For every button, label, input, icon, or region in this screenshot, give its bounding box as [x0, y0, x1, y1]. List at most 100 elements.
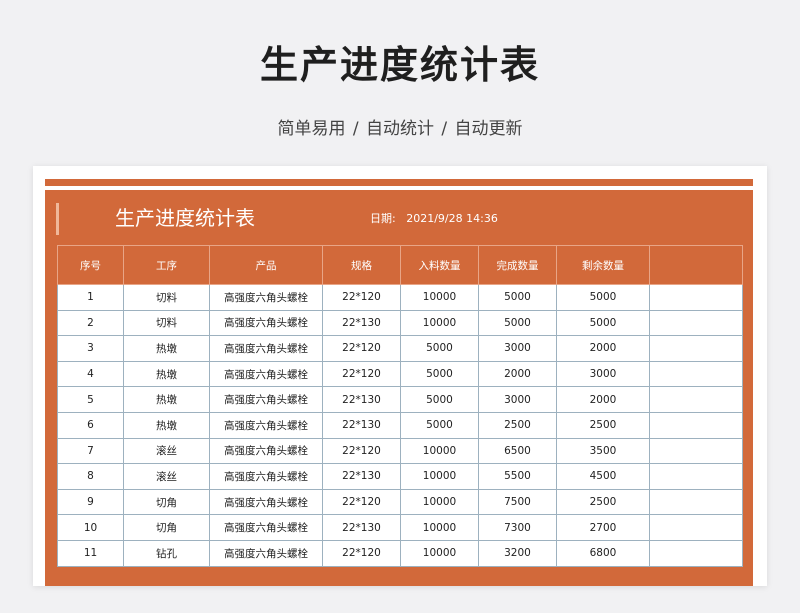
table-cell: 3	[57, 335, 124, 362]
column-header: 剩余数量	[556, 245, 650, 285]
table-cell: 10000	[400, 309, 479, 337]
table-cell: 热墩	[123, 360, 210, 388]
table-row: 3 热墩 高强度六角头螺栓 22*120 5000 3000 2000	[57, 335, 743, 362]
column-header	[649, 245, 743, 285]
table-cell: 4500	[556, 463, 650, 490]
table-cell: 5000	[478, 309, 557, 337]
table-row: 2 切料 高强度六角头螺栓 22*130 10000 5000 5000	[57, 309, 743, 337]
table-cell: 7500	[478, 488, 557, 516]
table-cell: 高强度六角头螺栓	[209, 488, 323, 516]
table-cell: 22*130	[322, 411, 401, 439]
table-cell: 6	[57, 411, 124, 439]
table-cell: 切料	[123, 309, 210, 337]
table-cell: 高强度六角头螺栓	[209, 437, 323, 465]
table-cell	[649, 360, 743, 388]
table-cell: 2000	[556, 386, 650, 413]
table-cell: 高强度六角头螺栓	[209, 386, 323, 413]
table-cell: 10000	[400, 284, 479, 311]
table-cell: 10000	[400, 437, 479, 465]
table-cell: 2000	[478, 360, 557, 388]
table-cell	[649, 335, 743, 362]
column-header: 完成数量	[478, 245, 557, 285]
column-header: 产品	[209, 245, 323, 285]
table-cell: 高强度六角头螺栓	[209, 514, 323, 541]
table-cell: 钻孔	[123, 539, 210, 567]
table-cell: 5000	[400, 335, 479, 362]
table-row: 10 切角 高强度六角头螺栓 22*130 10000 7300 2700	[57, 514, 743, 541]
table-cell: 切角	[123, 514, 210, 541]
table-cell: 高强度六角头螺栓	[209, 411, 323, 439]
header-row: 序号 工序 产品 规格 入料数量 完成数量 剩余数量	[57, 245, 743, 285]
table-cell: 10	[57, 514, 124, 541]
table-cell: 5000	[400, 360, 479, 388]
table-cell: 热墩	[123, 386, 210, 413]
table-cell: 6500	[478, 437, 557, 465]
table-body: 1 切料 高强度六角头螺栓 22*120 10000 5000 5000 2 切料 高强度六角头螺…	[57, 284, 743, 567]
column-header: 规格	[322, 245, 401, 285]
page-title: 生产进度统计表	[259, 43, 540, 87]
table-cell: 高强度六角头螺栓	[209, 335, 323, 362]
column-header: 入料数量	[400, 245, 479, 285]
table-cell: 3000	[478, 335, 557, 362]
table-cell: 高强度六角头螺栓	[209, 284, 323, 311]
table-cell: 5000	[400, 386, 479, 413]
table-cell: 3200	[478, 539, 557, 567]
table-cell: 切料	[123, 284, 210, 311]
table-cell: 5000	[556, 284, 650, 311]
table-cell: 4	[57, 360, 124, 388]
table-cell: 高强度六角头螺栓	[209, 360, 323, 388]
table-cell: 22*120	[322, 360, 401, 388]
table-cell: 5000	[556, 309, 650, 337]
date-value: 2021/9/28 14:36	[406, 212, 498, 225]
table-row: 1 切料 高强度六角头螺栓 22*120 10000 5000 5000	[57, 284, 743, 311]
table-cell: 2500	[556, 488, 650, 516]
column-header: 序号	[57, 245, 124, 285]
table-cell: 22*130	[322, 514, 401, 541]
table-cell: 10000	[400, 539, 479, 567]
table-row: 5 热墩 高强度六角头螺栓 22*130 5000 3000 2000	[57, 386, 743, 413]
table-cell: 22*130	[322, 386, 401, 413]
table-cell: 10000	[400, 463, 479, 490]
table-cell: 9	[57, 488, 124, 516]
table-cell: 2000	[556, 335, 650, 362]
table-cell	[649, 463, 743, 490]
table-cell: 10000	[400, 488, 479, 516]
table-cell	[649, 539, 743, 567]
table-cell: 3000	[478, 386, 557, 413]
table-cell: 高强度六角头螺栓	[209, 539, 323, 567]
title-accent-bar	[56, 203, 59, 235]
table-row: 6 热墩 高强度六角头螺栓 22*130 5000 2500 2500	[57, 411, 743, 439]
table-row: 11 钻孔 高强度六角头螺栓 22*120 10000 3200 6800	[57, 539, 743, 567]
table-cell	[649, 437, 743, 465]
table-row: 7 滚丝 高强度六角头螺栓 22*120 10000 6500 3500	[57, 437, 743, 465]
table-cell: 7300	[478, 514, 557, 541]
table-cell	[649, 386, 743, 413]
table-cell	[649, 411, 743, 439]
table-cell: 1	[57, 284, 124, 311]
table-cell: 3000	[556, 360, 650, 388]
table-cell: 热墩	[123, 411, 210, 439]
table-cell	[649, 309, 743, 337]
table-cell: 热墩	[123, 335, 210, 362]
table-cell: 2	[57, 309, 124, 337]
table-cell	[649, 284, 743, 311]
table-cell: 3500	[556, 437, 650, 465]
date-label: 日期:	[370, 212, 396, 225]
table-cell: 2500	[556, 411, 650, 439]
table-cell: 高强度六角头螺栓	[209, 309, 323, 337]
sheet-title: 生产进度统计表	[115, 206, 255, 230]
table-cell: 5500	[478, 463, 557, 490]
table-cell: 22*130	[322, 463, 401, 490]
top-divider	[45, 186, 753, 190]
table-cell: 22*120	[322, 335, 401, 362]
table-cell: 切角	[123, 488, 210, 516]
sheet-frame: 生产进度统计表 日期: 2021/9/28 14:36 序号 工序 产品 规格 …	[45, 179, 753, 586]
table-cell: 5	[57, 386, 124, 413]
table-cell: 2500	[478, 411, 557, 439]
table-cell: 22*120	[322, 437, 401, 465]
column-header: 工序	[123, 245, 210, 285]
date-line: 日期: 2021/9/28 14:36	[370, 211, 498, 227]
table-row: 8 滚丝 高强度六角头螺栓 22*130 10000 5500 4500	[57, 463, 743, 490]
table-cell: 11	[57, 539, 124, 567]
table-cell: 滚丝	[123, 463, 210, 490]
